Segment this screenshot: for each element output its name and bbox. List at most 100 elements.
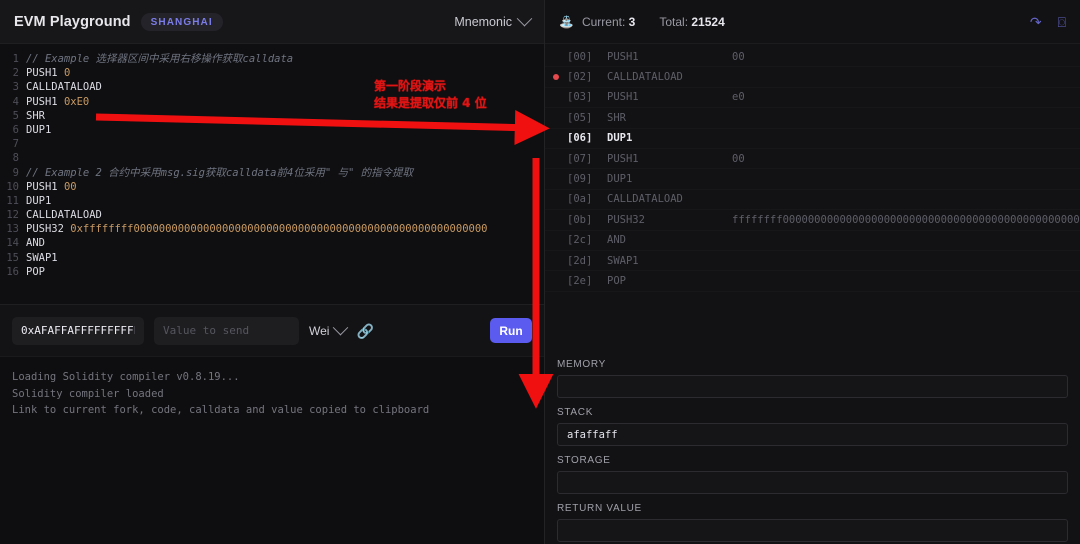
code-opcode: SHR — [26, 109, 45, 122]
opcode-name: PUSH1 — [607, 91, 639, 104]
line-number: 1 — [12, 53, 19, 65]
breakpoint-toggle[interactable] — [551, 271, 561, 290]
play-circle-icon[interactable]: ⌼ — [1058, 15, 1066, 29]
gas-bar-actions: ↷ ⌼ — [1030, 15, 1066, 29]
code-line: 6 DUP1 — [0, 123, 544, 137]
link-icon[interactable]: 🔗 — [356, 324, 373, 338]
breakpoint-toggle[interactable] — [551, 88, 561, 107]
gas-current-label: Current: — [581, 14, 626, 29]
opcode-argument: 00 — [732, 50, 745, 63]
evm-playground-app: EVM Playground SHANGHAI Mnemonic 1 // Exa… — [0, 0, 1080, 544]
console-line: Link to current fork, code, calldata and… — [12, 404, 430, 416]
opcode-pc: [02] — [567, 71, 593, 84]
chevron-down-icon — [516, 10, 533, 27]
code-operand: 0xffffffff000000000000000000000000000000… — [70, 223, 488, 236]
code-opcode: POP — [26, 265, 45, 278]
code-line: 1 // Example 选择器区间中采用右移操作获取calldata — [0, 52, 544, 66]
opcode-row[interactable]: [05] SHR — [545, 108, 1080, 129]
opcode-list[interactable]: [00] PUSH1 00 [02] CALLDATALOAD [03] PUSH1 e0 [0… — [545, 44, 1080, 349]
code-line: 13 PUSH32 0xffffffff000000000000000000000… — [0, 222, 544, 236]
breakpoint-toggle[interactable] — [551, 190, 561, 209]
opcode-pc: [0b] — [567, 213, 593, 226]
gas-current-value: 3 — [628, 14, 636, 29]
code-line: 15 SWAP1 — [0, 251, 544, 265]
page-title: EVM Playground — [14, 13, 131, 30]
line-number: 10 — [6, 180, 19, 193]
opcode-row[interactable]: [2d] SWAP1 — [545, 251, 1080, 272]
calldata-input[interactable] — [12, 316, 144, 345]
console-output: Loading Solidity compiler v0.8.19... Soli… — [0, 356, 544, 544]
app-topbar: EVM Playground SHANGHAI Mnemonic — [0, 0, 544, 44]
breakpoint-toggle[interactable] — [551, 108, 561, 127]
unit-dropdown[interactable]: Wei — [309, 319, 349, 338]
line-number: 9 — [12, 166, 19, 179]
opcode-row[interactable]: [09] DUP1 — [545, 169, 1080, 190]
console-line: Solidity compiler loaded — [12, 387, 164, 400]
code-opcode: CALLDATALOAD — [26, 209, 102, 222]
code-line: 11 DUP1 — [0, 194, 544, 208]
breakpoint-toggle[interactable] — [551, 67, 561, 86]
code-opcode: CALLDATALOAD — [26, 81, 102, 94]
opcode-row[interactable]: [00] PUSH1 00 — [545, 47, 1080, 68]
status-badge: SHANGHAI — [140, 12, 223, 31]
opcode-pc: [2e] — [567, 274, 593, 287]
panel-value: afaffaff — [557, 423, 1068, 446]
breakpoint-toggle[interactable] — [551, 169, 561, 188]
mode-dropdown-label: Mnemonic — [454, 14, 512, 29]
line-number: 5 — [12, 109, 19, 122]
line-number: 11 — [6, 194, 19, 207]
code-opcode: DUP1 — [26, 123, 52, 136]
opcode-argument: 00 — [732, 152, 745, 165]
code-opcode: PUSH1 — [26, 67, 64, 80]
breakpoint-toggle[interactable] — [551, 210, 561, 229]
opcode-row[interactable]: [06] DUP1 — [545, 129, 1080, 149]
breakpoint-dot-icon — [553, 74, 559, 81]
code-line: 16 POP — [0, 265, 544, 279]
run-button[interactable]: Run — [490, 318, 532, 343]
opcode-row[interactable]: [2e] POP — [545, 271, 1080, 292]
code-opcode: DUP1 — [26, 194, 52, 207]
opcode-name: DUP1 — [607, 173, 633, 186]
opcode-row[interactable]: [0b] PUSH32 ffffffff0000000000000000000000… — [545, 210, 1080, 231]
run-controls: Wei 🔗 Run — [0, 304, 544, 356]
panel-value — [557, 471, 1068, 494]
opcode-row[interactable]: [02] CALLDATALOAD — [545, 67, 1080, 88]
gas-total: Total: 21524 — [659, 15, 724, 29]
line-number: 16 — [6, 265, 19, 278]
line-number: 13 — [6, 223, 19, 236]
opcode-row[interactable]: [2c] AND — [545, 231, 1080, 251]
code-opcode: SWAP1 — [26, 251, 58, 264]
code-opcode: PUSH1 — [26, 180, 64, 193]
mode-dropdown[interactable]: Mnemonic — [454, 10, 533, 29]
line-number: 3 — [12, 81, 19, 94]
chevron-down-icon — [333, 319, 349, 336]
opcode-name: PUSH1 — [607, 152, 639, 165]
breakpoint-toggle[interactable] — [551, 231, 561, 250]
gas-total-label: Total: — [659, 14, 689, 29]
breakpoint-toggle[interactable] — [551, 47, 561, 66]
opcode-row[interactable]: [03] PUSH1 e0 — [545, 88, 1080, 109]
code-line: 8 — [0, 151, 544, 165]
opcode-name: SWAP1 — [607, 254, 639, 267]
opcode-name: CALLDATALOAD — [607, 71, 683, 84]
breakpoint-toggle[interactable] — [551, 251, 561, 270]
opcode-row[interactable]: [0a] CALLDATALOAD — [545, 190, 1080, 211]
opcode-pc: [06] — [567, 132, 593, 145]
value-input[interactable] — [154, 316, 299, 345]
line-number: 2 — [12, 67, 19, 80]
unit-dropdown-label: Wei — [309, 323, 330, 338]
opcode-pc: [2c] — [567, 234, 593, 247]
opcode-name: PUSH32 — [607, 213, 645, 226]
opcode-name: DUP1 — [607, 132, 633, 145]
opcode-pc: [03] — [567, 91, 593, 104]
opcode-pc: [00] — [567, 50, 593, 63]
line-number: 4 — [12, 95, 19, 108]
opcode-pc: [07] — [567, 152, 593, 165]
gas-bar: ⛲ Current: 3 Total: 21524 ↷ ⌼ — [545, 0, 1080, 44]
breakpoint-toggle[interactable] — [551, 149, 561, 168]
opcode-argument: e0 — [732, 91, 745, 104]
reset-arrow-icon[interactable]: ↷ — [1030, 15, 1042, 29]
opcode-name: POP — [607, 274, 626, 287]
opcode-row[interactable]: [07] PUSH1 00 — [545, 149, 1080, 170]
breakpoint-toggle[interactable] — [551, 129, 561, 148]
